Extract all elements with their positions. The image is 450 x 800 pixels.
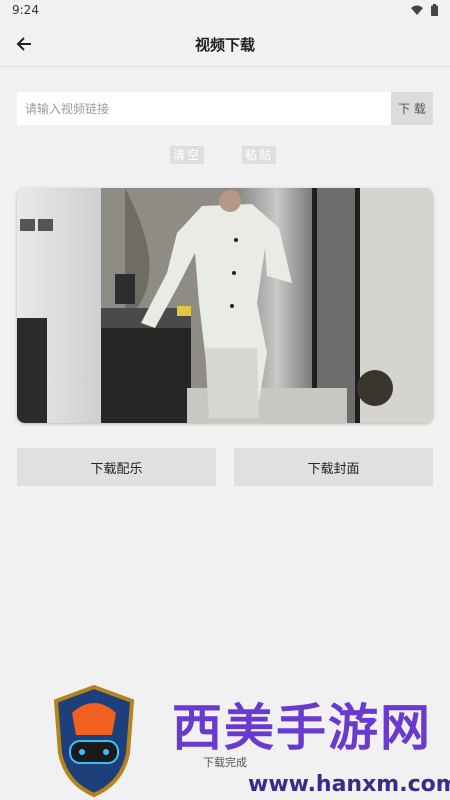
battery-icon [431,4,438,16]
download-music-button[interactable]: 下载配乐 [17,448,216,486]
video-frame-image [17,188,433,423]
download-button[interactable]: 下 载 [391,92,433,125]
status-bar: 9:24 [0,0,450,22]
download-cover-button[interactable]: 下载封面 [234,448,433,486]
watermark-brand: 西美手游网 [172,699,432,757]
video-url-input[interactable] [17,92,391,125]
page-title: 视频下载 [194,36,255,54]
url-input-row: 下 载 [17,92,433,125]
wifi-icon [411,5,423,15]
watermark-url: www.hanxm.com [248,772,450,797]
app-bar: 视频下载 [0,22,450,67]
clear-button[interactable]: 清空 [170,146,205,164]
status-icons [411,4,438,16]
status-time: 9:24 [12,3,39,17]
paste-button[interactable]: 粘贴 [242,146,277,164]
video-preview[interactable] [17,188,433,423]
